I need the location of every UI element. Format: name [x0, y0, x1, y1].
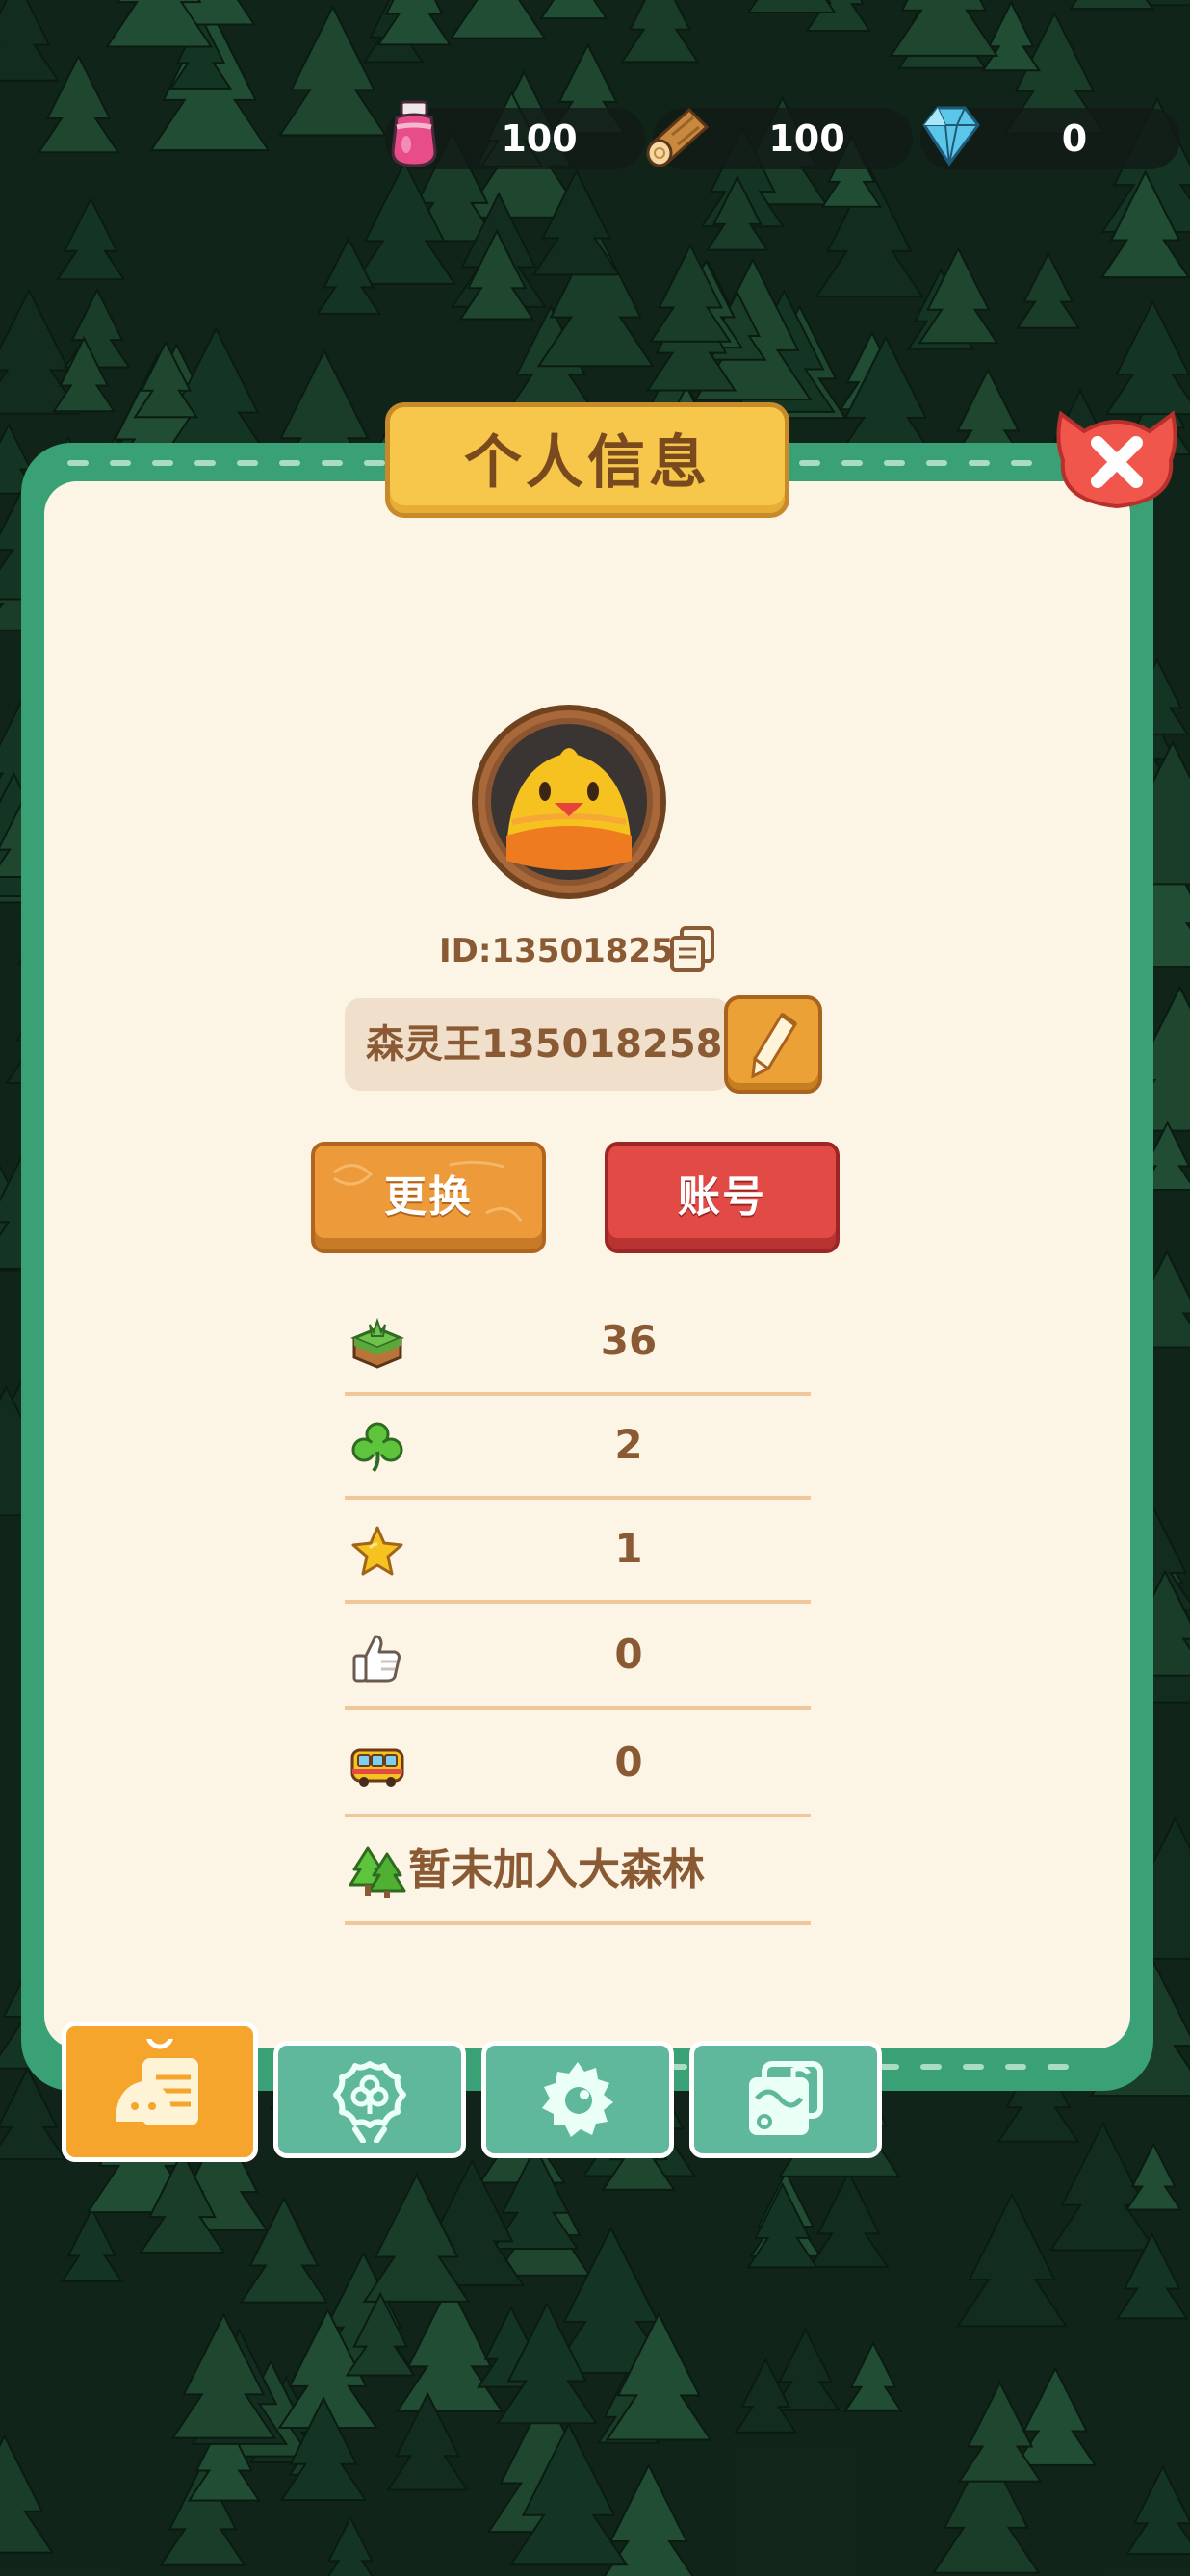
stat-row-visits: 0: [345, 1712, 811, 1817]
thumbs-up-icon: [352, 1635, 401, 1683]
yellow-bird-avatar: [485, 718, 653, 886]
pine-trees-icon: [349, 1846, 406, 1898]
tab-achievements[interactable]: [273, 2041, 466, 2158]
wood-counter: 100: [646, 107, 913, 169]
stat-value: 2: [614, 1421, 643, 1468]
panel-title: 个人信息: [464, 428, 711, 497]
copy-icon[interactable]: [666, 922, 718, 974]
change-button-label: 更换: [384, 1172, 473, 1222]
star-icon: [351, 1526, 403, 1576]
grass-block-icon: [350, 1317, 404, 1369]
divider: [345, 1814, 811, 1817]
change-avatar-button[interactable]: 更换: [311, 1142, 546, 1253]
diamond-value: 0: [1061, 117, 1088, 160]
stat-value: 36: [600, 1317, 658, 1364]
edit-name-button[interactable]: [724, 995, 822, 1094]
potion-counter: 100: [385, 100, 645, 169]
panel-title-plaque: 个人信息: [385, 402, 789, 518]
tab-profile[interactable]: [62, 2022, 258, 2162]
stat-row-likes: 0: [345, 1604, 811, 1710]
stat-row-land: 36: [345, 1290, 811, 1396]
diamond-counter: 0: [920, 106, 1180, 169]
close-button[interactable]: [1051, 393, 1182, 518]
potion-value: 100: [501, 117, 578, 160]
photo-album-icon: [749, 2061, 823, 2135]
player-name: 森灵王135018258: [366, 1022, 723, 1067]
clover-icon: [351, 1422, 403, 1473]
bus-icon: [350, 1748, 404, 1787]
wood-value: 100: [768, 117, 845, 160]
avatar[interactable]: [472, 705, 666, 899]
frame-dash-decoration: [67, 460, 385, 466]
flower-badge-icon: [333, 2061, 406, 2143]
tab-album[interactable]: [689, 2041, 882, 2158]
divider: [345, 1921, 811, 1925]
stat-value: 0: [614, 1631, 643, 1678]
forest-status-text: 暂未加入大森林: [408, 1845, 705, 1894]
close-icon: [1056, 410, 1177, 509]
divider: [345, 1706, 811, 1710]
stat-row-clover: 2: [345, 1394, 811, 1500]
frame-dash-decoration: [799, 460, 1032, 466]
player-id: ID:135018258: [424, 922, 722, 980]
pencil-icon: [751, 1012, 798, 1079]
stat-value: 0: [614, 1739, 643, 1786]
account-button[interactable]: 账号: [605, 1142, 840, 1253]
player-id-text: ID:135018258: [439, 932, 697, 970]
forest-status-row: 暂未加入大森林: [345, 1819, 811, 1925]
stat-row-star: 1: [345, 1498, 811, 1604]
tab-settings[interactable]: [481, 2041, 674, 2158]
player-name-field: 森灵王135018258: [345, 998, 730, 1091]
gear-icon: [542, 2062, 613, 2137]
profile-card-icon: [116, 2039, 198, 2125]
account-button-label: 账号: [678, 1172, 766, 1222]
stat-value: 1: [614, 1525, 643, 1572]
